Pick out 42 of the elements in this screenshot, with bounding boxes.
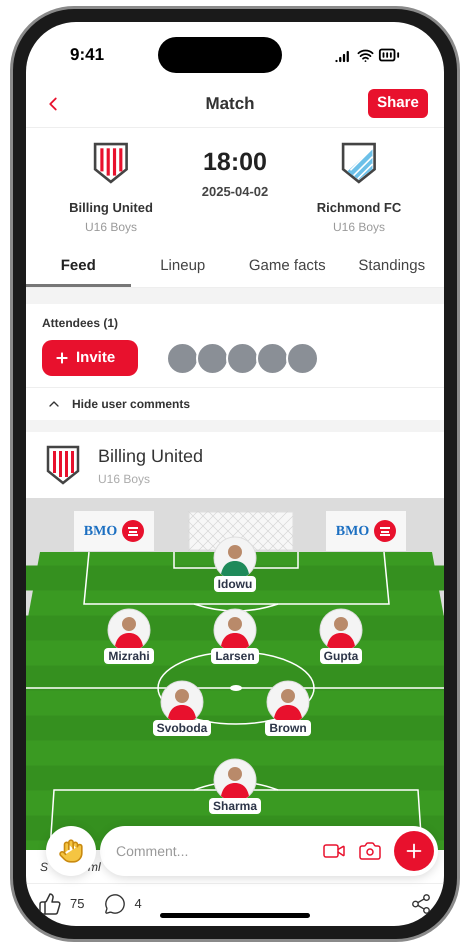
comment-input[interactable]: Comment... xyxy=(116,840,310,862)
match-date: 2025-04-02 xyxy=(202,182,268,200)
share-icon[interactable] xyxy=(410,893,432,915)
player-name: Gupta xyxy=(320,648,362,664)
like-icon[interactable] xyxy=(38,892,62,916)
player-name: Larsen xyxy=(211,648,259,664)
add-button[interactable] xyxy=(394,831,434,871)
share-button[interactable]: Share xyxy=(368,89,428,118)
sponsor-name: BMO xyxy=(84,522,118,540)
sponsor-logo-icon xyxy=(122,520,144,542)
home-team-group: U16 Boys xyxy=(84,218,138,236)
home-team-name: Billing United xyxy=(69,199,153,217)
match-time: 18:00 xyxy=(203,147,267,178)
hide-comments-toggle[interactable]: Hide user comments xyxy=(26,388,444,420)
wifi-icon xyxy=(357,46,374,64)
sponsor-name: BMO xyxy=(336,522,370,540)
tab[interactable]: Game facts xyxy=(235,248,340,287)
sponsor-logo-icon xyxy=(374,520,396,542)
lineup-team-name: Billing United xyxy=(98,444,204,468)
caption-text: S xyxy=(40,858,48,876)
away-team-group: U16 Boys xyxy=(332,218,386,236)
status-time: 9:41 xyxy=(70,44,104,66)
player-name: Brown xyxy=(265,720,311,736)
away-team-name: Richmond FC xyxy=(316,199,402,217)
lineup-team-group: U16 Boys xyxy=(98,470,204,488)
player-name: Sharma xyxy=(208,798,262,814)
plus-icon xyxy=(54,350,70,366)
diagonal-striped-shield-icon xyxy=(341,142,377,184)
player-name: Svoboda xyxy=(152,720,212,736)
tab[interactable]: Standings xyxy=(340,248,444,287)
page-title: Match xyxy=(205,92,255,115)
invite-button[interactable]: Invite xyxy=(42,340,138,376)
attendees-title: Attendees (1) xyxy=(42,315,120,332)
striped-shield-icon xyxy=(46,445,80,485)
striped-shield-icon xyxy=(93,142,129,184)
tab[interactable]: Lineup xyxy=(130,248,235,287)
comment-count: 4 xyxy=(134,895,142,914)
player-name: Idowu xyxy=(214,576,256,592)
player-name: Mizrahi xyxy=(104,648,154,664)
comment-icon[interactable] xyxy=(104,893,126,915)
clapping-hand-icon xyxy=(58,838,84,864)
like-count: 75 xyxy=(70,895,84,914)
